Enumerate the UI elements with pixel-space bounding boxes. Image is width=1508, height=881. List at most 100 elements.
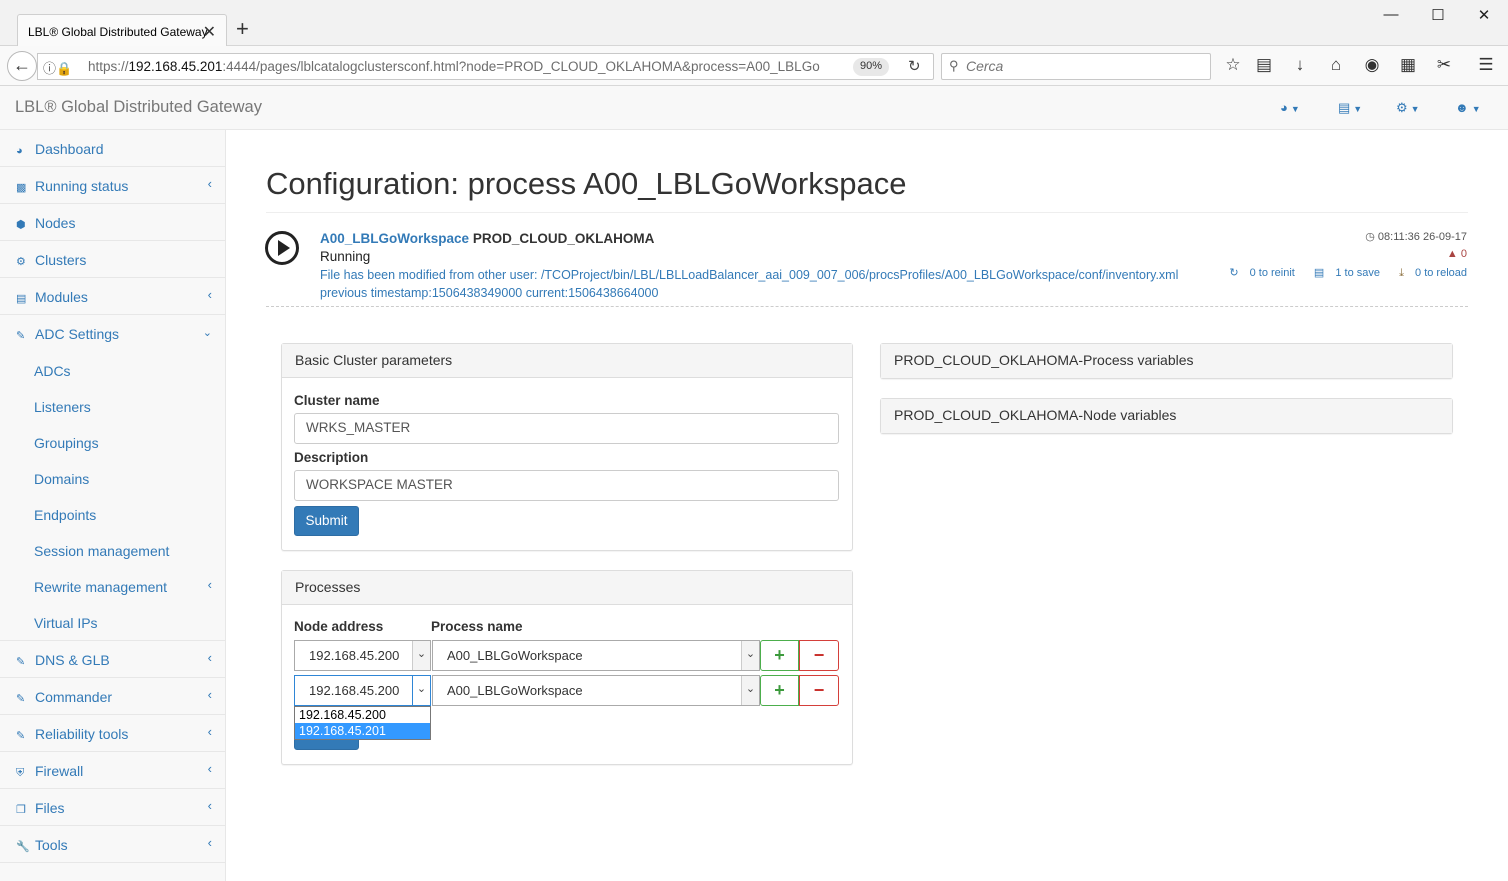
- dashboard-menu-icon[interactable]: ◕ ▼: [1280, 100, 1300, 115]
- close-window-icon[interactable]: ✕: [1474, 6, 1494, 24]
- submit-button[interactable]: Submit: [294, 506, 359, 536]
- process-link[interactable]: A00_LBLGoWorkspace: [320, 231, 469, 246]
- site-info-icon[interactable]: ⓘ🔒: [43, 58, 72, 77]
- app-brand[interactable]: LBL® Global Distributed Gateway: [15, 98, 262, 117]
- sidebar-item-adcs[interactable]: ADCs: [0, 352, 225, 388]
- search-input[interactable]: [966, 58, 1206, 74]
- node-address-select[interactable]: 192.168.45.200 ⌄: [294, 640, 431, 671]
- chevron-down-icon: ⌄: [202, 327, 212, 339]
- cube-icon: ⬢: [16, 219, 26, 231]
- panel-heading[interactable]: PROD_CLOUD_OKLAHOMA-Node variables: [881, 399, 1452, 433]
- address-bar[interactable]: ⓘ🔒 https://192.168.45.201:4444/pages/lbl…: [37, 53, 934, 80]
- sidebar-item-domains[interactable]: Domains: [0, 460, 225, 496]
- warning-value: 0: [1460, 248, 1467, 260]
- save-icon: ▤: [1313, 267, 1325, 279]
- dashboard-icon: ◕: [16, 145, 23, 157]
- sidebar-item-rewrite-management[interactable]: Rewrite management ‹: [0, 568, 225, 604]
- sidebar-item-commander[interactable]: ✎ Commander ‹: [0, 678, 225, 715]
- close-tab-icon[interactable]: ✕: [203, 22, 216, 42]
- node-address-header: Node address: [294, 619, 384, 634]
- process-name-header: Process name: [431, 619, 523, 634]
- remove-process-button[interactable]: −: [799, 640, 839, 671]
- search-bar[interactable]: ⚲: [941, 53, 1211, 80]
- download-icon[interactable]: ↓: [1289, 55, 1311, 75]
- panel-heading[interactable]: PROD_CLOUD_OKLAHOMA-Process variables: [881, 344, 1452, 378]
- node-variables-panel[interactable]: PROD_CLOUD_OKLAHOMA-Node variables: [880, 398, 1453, 434]
- sidebar-item-label: Clusters: [35, 252, 87, 268]
- save-action[interactable]: ▤ 1 to save: [1306, 267, 1380, 279]
- cogs-icon: ⚙: [16, 256, 26, 268]
- sidebar-item-tools[interactable]: 🔧 Tools ‹: [0, 826, 225, 863]
- edit-icon: ✎: [16, 656, 26, 668]
- add-process-button[interactable]: +: [760, 640, 799, 671]
- play-icon[interactable]: [265, 231, 299, 265]
- page-title: Configuration: process A00_LBLGoWorkspac…: [266, 166, 907, 201]
- sidebar-item-files[interactable]: ❐ Files ‹: [0, 789, 225, 826]
- sidebar-item-virtual-ips[interactable]: Virtual IPs: [0, 604, 225, 641]
- sidebar-item-endpoints[interactable]: Endpoints: [0, 496, 225, 532]
- sidebar-item-running-status[interactable]: ▩ Running status ‹: [0, 167, 225, 204]
- settings-menu-icon[interactable]: ⚙ ▼: [1396, 100, 1420, 116]
- sidebar-item-dns-glb[interactable]: ✎ DNS & GLB ‹: [0, 641, 225, 678]
- screenshot-icon[interactable]: ✂: [1433, 55, 1455, 75]
- chevron-down-icon: ⌄: [741, 641, 759, 670]
- sidebar-item-clusters[interactable]: ⚙ Clusters: [0, 241, 225, 278]
- back-arrow-icon[interactable]: ←: [7, 51, 37, 81]
- home-icon[interactable]: ⌂: [1325, 55, 1347, 75]
- sidebar-item-session-management[interactable]: Session management: [0, 532, 225, 568]
- sidebar-item-adc-settings[interactable]: ✎ ADC Settings ⌄: [0, 315, 225, 352]
- url-text[interactable]: https://192.168.45.201:4444/pages/lblcat…: [88, 59, 833, 74]
- sidebar-item-label: Modules: [35, 289, 88, 305]
- node-name: PROD_CLOUD_OKLAHOMA: [472, 231, 655, 246]
- sidebar-item-firewall[interactable]: ⛨ Firewall ‹: [0, 752, 225, 789]
- maximize-icon[interactable]: ☐: [1428, 6, 1448, 24]
- sidebar-item-label: Reliability tools: [35, 726, 129, 742]
- dropdown-option[interactable]: 192.168.45.200: [295, 707, 430, 723]
- select-value: A00_LBLGoWorkspace: [447, 648, 583, 663]
- cluster-name-input[interactable]: WRKS_MASTER: [294, 413, 839, 444]
- zoom-indicator[interactable]: 90%: [853, 58, 890, 76]
- remove-process-button[interactable]: −: [799, 675, 839, 706]
- reinit-action[interactable]: ↻ 0 to reinit: [1221, 267, 1295, 279]
- process-variables-panel[interactable]: PROD_CLOUD_OKLAHOMA-Process variables: [880, 343, 1453, 379]
- save-menu-icon[interactable]: ▤ ▼: [1338, 100, 1362, 116]
- sidebar-item-modules[interactable]: ▤ Modules ‹: [0, 278, 225, 315]
- chevron-left-icon: ‹: [207, 761, 212, 776]
- sidebar-item-reliability-tools[interactable]: ✎ Reliability tools ‹: [0, 715, 225, 752]
- chevron-left-icon: ‹: [207, 577, 212, 592]
- reload-icon[interactable]: ↻: [908, 57, 921, 75]
- save-label: 1 to save: [1335, 267, 1381, 279]
- sidebar-item-listeners[interactable]: Listeners: [0, 388, 225, 424]
- hamburger-menu-icon[interactable]: ☰: [1475, 55, 1497, 75]
- new-tab-button[interactable]: +: [236, 16, 249, 42]
- title-divider: [266, 212, 1468, 213]
- sidebar-item-label: Session management: [34, 543, 170, 559]
- sidebar-item-label: ADCs: [34, 363, 71, 379]
- edit-icon: ✎: [16, 730, 26, 742]
- minimize-icon[interactable]: —: [1381, 6, 1401, 23]
- add-process-button[interactable]: +: [760, 675, 799, 706]
- select-value: A00_LBLGoWorkspace: [447, 683, 583, 698]
- process-name-select[interactable]: A00_LBLGoWorkspace ⌄: [432, 675, 760, 706]
- bookmark-star-icon[interactable]: ☆: [1222, 55, 1244, 75]
- app-header: LBL® Global Distributed Gateway ◕ ▼ ▤ ▼ ⚙ ▼…: [0, 86, 1508, 130]
- pocket-icon[interactable]: ◉: [1361, 55, 1383, 75]
- sidebar-item-label: Endpoints: [34, 507, 97, 523]
- dropdown-option-selected[interactable]: 192.168.45.201: [295, 723, 430, 739]
- description-input[interactable]: WORKSPACE MASTER: [294, 470, 839, 501]
- user-menu-icon[interactable]: ☻ ▼: [1455, 100, 1481, 115]
- reading-list-icon[interactable]: ▤: [1253, 55, 1275, 75]
- warning-icon: ▲: [1446, 248, 1458, 260]
- chevron-left-icon: ‹: [207, 650, 212, 665]
- extension-icon[interactable]: ▦: [1397, 55, 1419, 75]
- warning-count[interactable]: ▲ 0: [1447, 248, 1467, 260]
- reload-action[interactable]: ⤓ 0 to reload: [1391, 267, 1467, 279]
- sidebar-item-groupings[interactable]: Groupings: [0, 424, 225, 460]
- browser-navbar: ← ⓘ🔒 https://192.168.45.201:4444/pages/l…: [0, 46, 1508, 86]
- sidebar-item-nodes[interactable]: ⬢ Nodes: [0, 204, 225, 241]
- process-name-select[interactable]: A00_LBLGoWorkspace ⌄: [432, 640, 760, 671]
- browser-tab[interactable]: LBL® Global Distributed Gateway ✕: [17, 14, 227, 46]
- node-address-select[interactable]: 192.168.45.200 ⌄: [294, 675, 431, 706]
- sidebar-item-dashboard[interactable]: ◕ Dashboard: [0, 130, 225, 167]
- chevron-left-icon: ‹: [207, 287, 212, 302]
